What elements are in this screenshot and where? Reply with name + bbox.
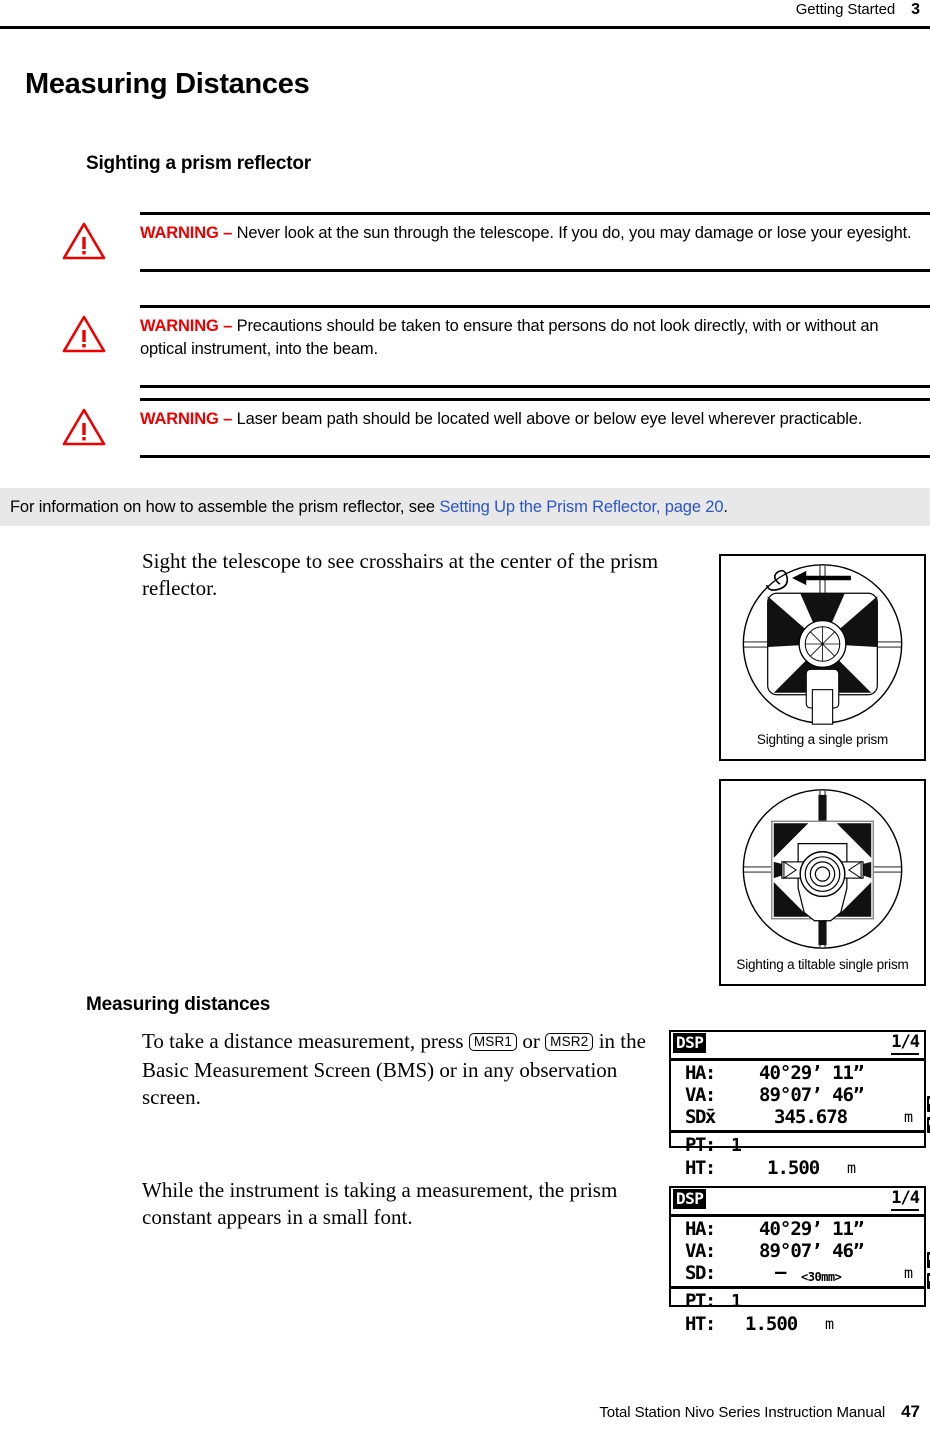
lcd-label-ha: HA:	[685, 1062, 716, 1084]
note-text-before: For information on how to assemble the p…	[10, 497, 440, 516]
lcd-label-va: VA:	[685, 1240, 716, 1262]
lcd-label-va: VA:	[685, 1084, 716, 1106]
lcd-label-pt: PT:	[685, 1134, 716, 1156]
lcd-row-pt: PT: 1	[671, 1134, 924, 1157]
warning-block: WARNING – Laser beam path should be loca…	[62, 398, 930, 458]
footer-manual-title: Total Station Nivo Series Instruction Ma…	[599, 1404, 886, 1421]
note-text-after: .	[723, 497, 728, 516]
figure-caption: Sighting a single prism	[756, 732, 889, 747]
lcd-value-ha: 40°29’ 11”	[759, 1218, 864, 1240]
warning-text: WARNING – Laser beam path should be loca…	[140, 408, 930, 431]
warning-label: WARNING –	[140, 224, 233, 242]
single-prism-sighting-figure: Sighting a single prism	[719, 554, 926, 761]
header-chapter-name: Getting Started	[795, 1, 896, 18]
warning-label: WARNING –	[140, 317, 233, 335]
warning-triangle-icon	[62, 315, 106, 353]
bms-measured-screen: DSP 1/4 HA: 40°29’ 11” VA: 89°07’ 46” SD…	[669, 1030, 930, 1179]
lcd-label-ht: HT:	[685, 1313, 716, 1335]
lcd-measurement-area: HA: 40°29’ 11” VA: 89°07’ 46” SD: – <30m…	[671, 1217, 924, 1289]
figure-caption: Sighting a tiltable single prism	[736, 957, 909, 972]
dsp-button-label[interactable]: DSP	[673, 1189, 707, 1209]
lcd-row-ha: HA: 40°29’ 11”	[671, 1218, 924, 1240]
warning-text: WARNING – Never look at the sun through …	[140, 222, 930, 245]
lcd-row-va: VA: 89°07’ 46”	[671, 1240, 924, 1262]
paragraph-measure-instructions: To take a distance measurement, press MS…	[142, 1028, 672, 1111]
lcd-value-sd: 345.678	[774, 1106, 848, 1128]
page-title: Measuring Distances	[25, 68, 310, 100]
key-msr1[interactable]: MSR1	[468, 1033, 518, 1051]
lcd-value-ht: 1.500	[767, 1157, 820, 1179]
page-footer: Total Station Nivo Series Instruction Ma…	[0, 1402, 920, 1422]
bms-measuring-screen: DSP 1/4 HA: 40°29’ 11” VA: 89°07’ 46” SD…	[669, 1186, 930, 1335]
lcd-row-ht: HT: 1.500 m	[671, 1313, 924, 1336]
lcd-row-ha: HA: 40°29’ 11”	[671, 1062, 924, 1084]
dsp-button-label[interactable]: DSP	[673, 1033, 707, 1053]
paragraph-sight-telescope: Sight the telescope to see crosshairs at…	[142, 549, 659, 600]
lcd-label-ht: HT:	[685, 1157, 716, 1179]
lcd-label-sd: SDx̄	[685, 1106, 716, 1128]
note-text: For information on how to assemble the p…	[0, 498, 728, 517]
note-cross-reference-link[interactable]: Setting Up the Prism Reflector, page 20	[439, 498, 723, 516]
section-heading-sighting: Sighting a prism reflector	[86, 153, 311, 174]
lcd-label-ha: HA:	[685, 1218, 716, 1240]
warning-block: WARNING – Precautions should be taken to…	[62, 305, 930, 388]
lcd-row-sd: SD: – <30mm> m	[671, 1261, 924, 1284]
warning-block: WARNING – Never look at the sun through …	[62, 212, 930, 272]
msr-text-before: To take a distance measurement, press	[142, 1029, 469, 1053]
warning-message: Precautions should be taken to ensure th…	[140, 317, 879, 358]
warning-text: WARNING – Precautions should be taken to…	[140, 315, 930, 361]
lcd-value-sd-placeholder: –	[775, 1261, 786, 1283]
header-chapter-number: 3	[911, 1, 920, 18]
lcd-value-va: 89°07’ 46”	[759, 1084, 864, 1106]
msr-text-mid: or	[517, 1029, 546, 1053]
lcd-value-ha: 40°29’ 11”	[759, 1062, 864, 1084]
lcd-title-bar: DSP 1/4	[671, 1032, 924, 1061]
warning-message: Never look at the sun through the telesc…	[232, 224, 912, 242]
lcd-page-indicator: 1/4	[891, 1032, 920, 1055]
warning-body: WARNING – Never look at the sun through …	[140, 212, 930, 272]
warning-body: WARNING – Laser beam path should be loca…	[140, 398, 930, 458]
lcd-value-pt: 1	[731, 1135, 742, 1156]
section-heading-measuring: Measuring distances	[86, 994, 271, 1015]
lcd-value-ht: 1.500	[745, 1313, 798, 1335]
lcd-row-sd: SDx̄ 345.678 m	[671, 1106, 924, 1128]
warning-label: WARNING –	[140, 410, 233, 428]
key-msr2[interactable]: MSR2	[545, 1033, 594, 1051]
lcd-page-indicator: 1/4	[891, 1188, 920, 1211]
lcd-row-va: VA: 89°07’ 46”	[671, 1084, 924, 1106]
warning-triangle-icon	[62, 408, 106, 446]
footer-page-number: 47	[901, 1402, 920, 1421]
lcd-point-area: PT: 1 HT: 1.500 m	[671, 1133, 924, 1180]
lcd-value-va: 89°07’ 46”	[759, 1240, 864, 1262]
lcd-title-bar: DSP 1/4	[671, 1188, 924, 1217]
lcd-unit-ht: m	[825, 1315, 834, 1333]
lcd-unit-sd: m	[903, 1108, 913, 1126]
lcd-value-pt: 1	[731, 1291, 742, 1312]
warning-body: WARNING – Precautions should be taken to…	[140, 305, 930, 388]
tiltable-prism-sighting-figure: Sighting a tiltable single prism	[719, 779, 926, 986]
tiltable-prism-diagram	[742, 789, 903, 949]
lcd-unit-sd: m	[903, 1264, 913, 1282]
lcd-label-pt: PT:	[685, 1290, 716, 1312]
warning-message: Laser beam path should be located well a…	[232, 410, 863, 428]
lcd-label-sd: SD:	[685, 1262, 716, 1284]
header-divider	[0, 26, 930, 29]
lcd-row-ht: HT: 1.500 m	[671, 1157, 924, 1180]
lcd-unit-ht: m	[847, 1159, 856, 1177]
lcd-row-pt: PT: 1	[671, 1290, 924, 1313]
lcd-prism-constant: <30mm>	[801, 1270, 842, 1284]
single-prism-diagram	[742, 564, 903, 725]
warning-triangle-icon	[62, 222, 106, 260]
lcd-point-area: PT: 1 HT: 1.500 m	[671, 1289, 924, 1336]
cross-reference-note-bar: For information on how to assemble the p…	[0, 488, 930, 526]
paragraph-prism-constant: While the instrument is taking a measure…	[142, 1178, 618, 1229]
lcd-measurement-area: HA: 40°29’ 11” VA: 89°07’ 46” SDx̄ 345.6…	[671, 1061, 924, 1133]
